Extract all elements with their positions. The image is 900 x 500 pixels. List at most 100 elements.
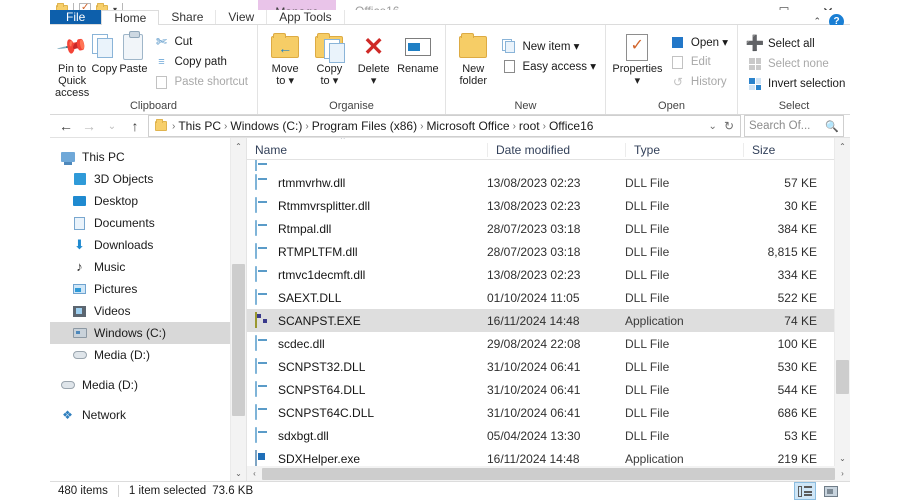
button-label: Copy [91, 63, 118, 75]
scroll-left-icon[interactable]: ‹ [247, 469, 262, 478]
copy-path-button[interactable]: ≡ Copy path [149, 52, 252, 72]
title-bar: ▾ Manage Office16 ─ ☐ ✕ [50, 0, 850, 24]
breadcrumb-item-office16[interactable]: Office16 [549, 119, 593, 133]
search-input[interactable]: Search Of... [749, 120, 825, 132]
table-row[interactable]: SCNPST64.DLL 31/10/2024 06:41 DLL File 5… [247, 378, 850, 401]
recent-locations-button[interactable]: ⌄ [102, 116, 122, 136]
up-button[interactable]: ↑ [125, 116, 145, 136]
select-all-icon: ➕ [745, 35, 765, 52]
move-to-button[interactable]: ← Move to ▾ [263, 29, 307, 87]
table-row[interactable]: SCNPST64C.DLL 31/10/2024 06:41 DLL File … [247, 401, 850, 424]
breadcrumb-item-windows-c[interactable]: Windows (C:) [230, 119, 302, 133]
table-row-selected[interactable]: SCANPST.EXE 16/11/2024 14:48 Application… [247, 309, 850, 332]
table-row[interactable]: rtmmvrhw.dll 13/08/2023 02:23 DLL File 5… [247, 171, 850, 194]
tab-home[interactable]: Home [101, 10, 160, 25]
download-icon: ⬇ [74, 237, 85, 252]
paste-button[interactable]: Paste [119, 29, 147, 75]
sidebar-item-pictures[interactable]: Pictures [50, 278, 246, 300]
sidebar-item-music[interactable]: ♪ Music [50, 256, 246, 278]
navigation-scrollbar[interactable]: ⌃ ⌄ [230, 138, 246, 481]
back-button[interactable]: ← [56, 116, 76, 136]
breadcrumb-item-program-files[interactable]: Program Files (x86) [312, 119, 417, 133]
table-row[interactable]: Rtmpal.dll 28/07/2023 03:18 DLL File 384… [247, 217, 850, 240]
select-none-icon [747, 56, 763, 72]
column-header-name[interactable]: Name [247, 143, 487, 157]
button-label-line1: Properties [612, 63, 663, 75]
hscrollbar-thumb[interactable] [262, 467, 835, 480]
scroll-down-icon[interactable]: ⌄ [835, 450, 850, 466]
column-header-type[interactable]: Type [625, 143, 743, 157]
sidebar-item-downloads[interactable]: ⬇ Downloads [50, 234, 246, 256]
paste-shortcut-button[interactable]: Paste shortcut [149, 72, 252, 92]
details-view-button[interactable] [794, 482, 816, 500]
search-box[interactable]: Search Of... 🔍 [744, 115, 844, 137]
pin-to-quick-access-button[interactable]: 📌 Pin to Quick access [55, 29, 89, 99]
table-row-partial-top[interactable] [247, 160, 850, 171]
open-button[interactable]: Open ▾ [666, 32, 732, 52]
scrollbar-thumb[interactable] [836, 360, 849, 394]
table-row[interactable]: RTMPLTFM.dll 28/07/2023 03:18 DLL File 8… [247, 240, 850, 263]
file-name-cell: Rtmpal.dll [247, 219, 487, 237]
table-row[interactable]: SAEXT.DLL 01/10/2024 11:05 DLL File 522 … [247, 286, 850, 309]
tab-share[interactable]: Share [159, 10, 217, 24]
column-header-date-modified[interactable]: Date modified [487, 143, 625, 157]
copy-to-button[interactable]: Copy to ▾ [307, 29, 351, 87]
select-all-button[interactable]: ➕ Select all [743, 34, 849, 54]
copy-button[interactable]: Copy [91, 29, 117, 75]
file-name: SCNPST64C.DLL [278, 405, 375, 420]
file-type-cell: DLL File [625, 198, 670, 213]
scroll-up-icon[interactable]: ⌃ [231, 138, 246, 154]
table-row[interactable]: Rtmmvrsplitter.dll 13/08/2023 02:23 DLL … [247, 194, 850, 217]
file-name-cell: rtmvc1decmft.dll [247, 265, 487, 283]
scroll-down-icon[interactable]: ⌄ [231, 465, 246, 481]
new-item-button[interactable]: New item ▾ [497, 36, 600, 56]
search-icon[interactable]: 🔍 [825, 120, 839, 133]
file-date-cell: 31/10/2024 06:41 [487, 359, 581, 374]
scroll-right-icon[interactable]: › [835, 469, 850, 478]
invert-selection-button[interactable]: Invert selection [743, 74, 849, 94]
sidebar-item-3d-objects[interactable]: 3D Objects [50, 168, 246, 190]
table-row[interactable]: rtmvc1decmft.dll 13/08/2023 02:23 DLL Fi… [247, 263, 850, 286]
tab-view[interactable]: View [216, 10, 268, 24]
edit-button[interactable]: Edit [666, 52, 732, 72]
file-name: Rtmmvrsplitter.dll [278, 198, 371, 213]
sidebar-item-desktop[interactable]: Desktop [50, 190, 246, 212]
tab-file[interactable]: File [50, 10, 102, 24]
breadcrumb-separator: › [172, 120, 176, 132]
dll-file-icon [255, 288, 271, 306]
file-size-cell: 53 KE [784, 428, 817, 443]
breadcrumb-item-microsoft-office[interactable]: Microsoft Office [426, 119, 509, 133]
refresh-icon[interactable]: ↻ [724, 119, 734, 133]
column-header-size[interactable]: Size [743, 143, 821, 157]
chevron-down-icon[interactable]: ⌄ [709, 121, 717, 132]
scroll-up-icon[interactable]: ⌃ [835, 138, 850, 154]
select-none-button[interactable]: Select none [743, 54, 849, 74]
file-list-scrollbar[interactable]: ⌃ ⌄ [834, 138, 850, 481]
cut-button[interactable]: ✄ Cut [149, 32, 252, 52]
scrollbar-thumb[interactable] [232, 264, 245, 416]
easy-access-button[interactable]: Easy access ▾ [497, 56, 600, 76]
breadcrumb-item-root[interactable]: root [519, 119, 540, 133]
sidebar-item-windows-c[interactable]: Windows (C:) [50, 322, 246, 344]
forward-button[interactable]: → [79, 116, 99, 136]
new-folder-button[interactable]: New folder [451, 29, 495, 87]
sidebar-item-documents[interactable]: Documents [50, 212, 246, 234]
tab-app-tools[interactable]: App Tools [267, 10, 345, 24]
large-icons-view-button[interactable] [820, 482, 842, 500]
breadcrumb-item-this-pc[interactable]: This PC [178, 119, 221, 133]
sidebar-item-media-d[interactable]: Media (D:) [50, 374, 246, 396]
sidebar-item-network[interactable]: ❖ Network [50, 404, 246, 426]
breadcrumb[interactable]: › This PC › Windows (C:) › Program Files… [148, 115, 741, 137]
table-row[interactable]: SCNPST32.DLL 31/10/2024 06:41 DLL File 5… [247, 355, 850, 378]
sidebar-item-videos[interactable]: Videos [50, 300, 246, 322]
sidebar-item-media-d-child[interactable]: Media (D:) [50, 344, 246, 366]
table-row[interactable]: scdec.dll 29/08/2024 22:08 DLL File 100 … [247, 332, 850, 355]
sidebar-item-this-pc[interactable]: This PC [50, 146, 246, 168]
table-row[interactable]: sdxbgt.dll 05/04/2024 13:30 DLL File 53 … [247, 424, 850, 447]
history-button[interactable]: ↺ History [666, 72, 732, 92]
properties-button[interactable]: Properties ▾ [611, 29, 664, 87]
delete-button[interactable]: ✕ Delete ▾ [352, 29, 396, 88]
file-type-cell: DLL File [625, 405, 670, 420]
file-list-horizontal-scrollbar[interactable]: ‹ › [247, 466, 850, 481]
rename-button[interactable]: Rename [396, 29, 440, 75]
